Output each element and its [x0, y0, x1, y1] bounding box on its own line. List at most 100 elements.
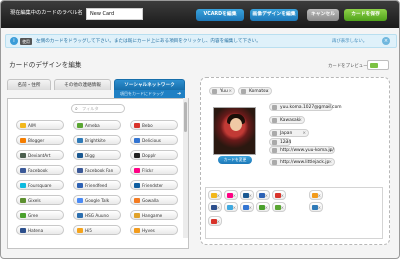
- last-name-field[interactable]: Komatsu ×: [238, 87, 272, 95]
- network-icon: [134, 228, 140, 233]
- close-icon[interactable]: ×: [233, 203, 236, 212]
- gree-icon[interactable]: ×: [256, 202, 270, 212]
- ameba-icon[interactable]: ×: [272, 202, 286, 212]
- friendfeed-icon[interactable]: ×: [256, 190, 270, 200]
- save-card-button[interactable]: カードを保存: [344, 9, 387, 21]
- close-icon[interactable]: ×: [217, 217, 220, 226]
- network-item[interactable]: Gree: [16, 210, 64, 220]
- cancel-button[interactable]: キャンセル: [307, 9, 339, 21]
- network-label: Delicious: [142, 138, 161, 143]
- network-item[interactable]: Foursquare: [16, 180, 64, 190]
- close-icon[interactable]: ×: [328, 159, 332, 166]
- network-label: Digg: [85, 153, 95, 158]
- network-label: Bebo: [142, 123, 153, 128]
- network-item[interactable]: Facebook: [16, 165, 64, 175]
- tab-name-address[interactable]: 名前・住所: [7, 79, 51, 90]
- close-icon[interactable]: ×: [233, 191, 236, 200]
- close-icon[interactable]: ×: [217, 203, 220, 212]
- info-icon: i: [10, 37, 18, 45]
- network-label: Friendfeed: [85, 183, 108, 188]
- network-label: HSG Auuno: [85, 213, 109, 218]
- country-field[interactable]: Japan ×: [269, 129, 309, 137]
- hyves-icon[interactable]: ×: [309, 190, 323, 200]
- close-icon[interactable]: ×: [298, 117, 302, 124]
- network-item[interactable]: Facebook Fan: [73, 165, 121, 175]
- network-item[interactable]: Google Talk: [73, 195, 121, 205]
- delicious-icon[interactable]: ×: [240, 202, 254, 212]
- network-icon: [77, 228, 83, 233]
- scroll-thumb[interactable]: [184, 102, 187, 132]
- network-item[interactable]: Bebo: [130, 120, 178, 130]
- network-item[interactable]: Blogger: [16, 135, 64, 145]
- network-item[interactable]: Ameba: [73, 120, 121, 130]
- close-icon[interactable]: ×: [318, 203, 321, 212]
- social-icons-strip: × × × × × × × × × × × × ×: [205, 187, 383, 239]
- photo-face: [230, 118, 242, 131]
- close-icon[interactable]: ×: [281, 191, 284, 200]
- aim-icon[interactable]: ×: [208, 190, 222, 200]
- close-icon[interactable]: ×: [265, 203, 268, 212]
- email-field[interactable]: yuu.koma.1027@gmail.com ×: [269, 103, 342, 111]
- card-name-input[interactable]: New Card: [86, 8, 143, 20]
- close-icon[interactable]: ×: [382, 37, 390, 45]
- brightkite-icon[interactable]: ×: [309, 202, 323, 212]
- network-icon: [20, 228, 26, 233]
- youtube-icon[interactable]: ×: [208, 216, 222, 226]
- close-icon[interactable]: ×: [249, 203, 252, 212]
- network-item[interactable]: Flickr: [130, 165, 178, 175]
- network-icon: [134, 138, 140, 143]
- network-item[interactable]: Hi5: [73, 225, 121, 235]
- close-icon[interactable]: ×: [326, 104, 330, 111]
- edit-vcard-button[interactable]: VCARDを編集: [196, 9, 244, 21]
- edit-image-design-button[interactable]: 画像デザインを編集: [250, 9, 298, 21]
- close-icon[interactable]: ×: [284, 139, 288, 146]
- flickr-icon[interactable]: ×: [224, 190, 238, 200]
- digg-icon[interactable]: ×: [240, 190, 254, 200]
- close-icon[interactable]: ×: [302, 130, 306, 137]
- close-icon[interactable]: ×: [281, 203, 284, 212]
- preview-toggle[interactable]: [367, 60, 389, 70]
- network-item[interactable]: Delicious: [130, 135, 178, 145]
- url-field-2[interactable]: http://www.littlejack.jp ×: [269, 158, 335, 166]
- close-icon[interactable]: ×: [228, 88, 232, 95]
- close-icon[interactable]: ×: [265, 191, 268, 200]
- card-label-caption: 現在編集中のカードのラベル名: [10, 10, 83, 16]
- network-item[interactable]: Digg: [73, 150, 121, 160]
- close-icon[interactable]: ×: [217, 191, 220, 200]
- close-icon[interactable]: ×: [249, 191, 252, 200]
- first-name-field[interactable]: Yuu ×: [209, 87, 235, 95]
- filter-input[interactable]: ⌕ フィルタ: [71, 104, 125, 113]
- network-item[interactable]: Dopplr: [130, 150, 178, 160]
- field-icon: [272, 131, 277, 136]
- network-item[interactable]: Friendfeed: [73, 180, 121, 190]
- network-item[interactable]: Hangame: [130, 210, 178, 220]
- network-item[interactable]: HSG Auuno: [73, 210, 121, 220]
- url-field-1[interactable]: http://www.yuu-koma.jp/×: [269, 146, 335, 154]
- zip-field[interactable]: 1234 ×: [269, 138, 291, 146]
- network-item[interactable]: AIM: [16, 120, 64, 130]
- link-icon: [272, 160, 277, 165]
- network-item[interactable]: DeviantArt: [16, 150, 64, 160]
- bebo-icon[interactable]: ×: [272, 190, 286, 200]
- network-label: Flickr: [142, 168, 154, 173]
- network-item[interactable]: Gixels: [16, 195, 64, 205]
- field-palette: 名前・住所 その他の連絡情報 ソーシャルネットワーク 項目をカードにドラッグ ➜…: [7, 79, 189, 249]
- twitter-icon[interactable]: ×: [224, 202, 238, 212]
- tab-other-contact[interactable]: その他の連絡情報: [54, 79, 111, 90]
- change-image-button[interactable]: カードを変更: [218, 156, 252, 164]
- network-item[interactable]: Brightkite: [73, 135, 121, 145]
- network-item[interactable]: Friendster: [130, 180, 178, 190]
- city-field[interactable]: Kawasaki ×: [269, 116, 305, 124]
- profile-photo[interactable]: [213, 107, 256, 155]
- network-item[interactable]: Gowalla: [130, 195, 178, 205]
- close-icon[interactable]: ×: [265, 88, 269, 95]
- dont-show-again-link[interactable]: 再び表示しない。: [332, 38, 367, 44]
- close-icon[interactable]: ×: [328, 147, 332, 154]
- scrollbar[interactable]: [183, 98, 188, 238]
- network-item[interactable]: Hyves: [130, 225, 178, 235]
- hatena-icon[interactable]: ×: [208, 202, 222, 212]
- close-icon[interactable]: ×: [318, 191, 321, 200]
- network-item[interactable]: Hatena: [16, 225, 64, 235]
- tab-social-network[interactable]: ソーシャルネットワーク: [114, 79, 185, 90]
- network-icon: [77, 198, 83, 203]
